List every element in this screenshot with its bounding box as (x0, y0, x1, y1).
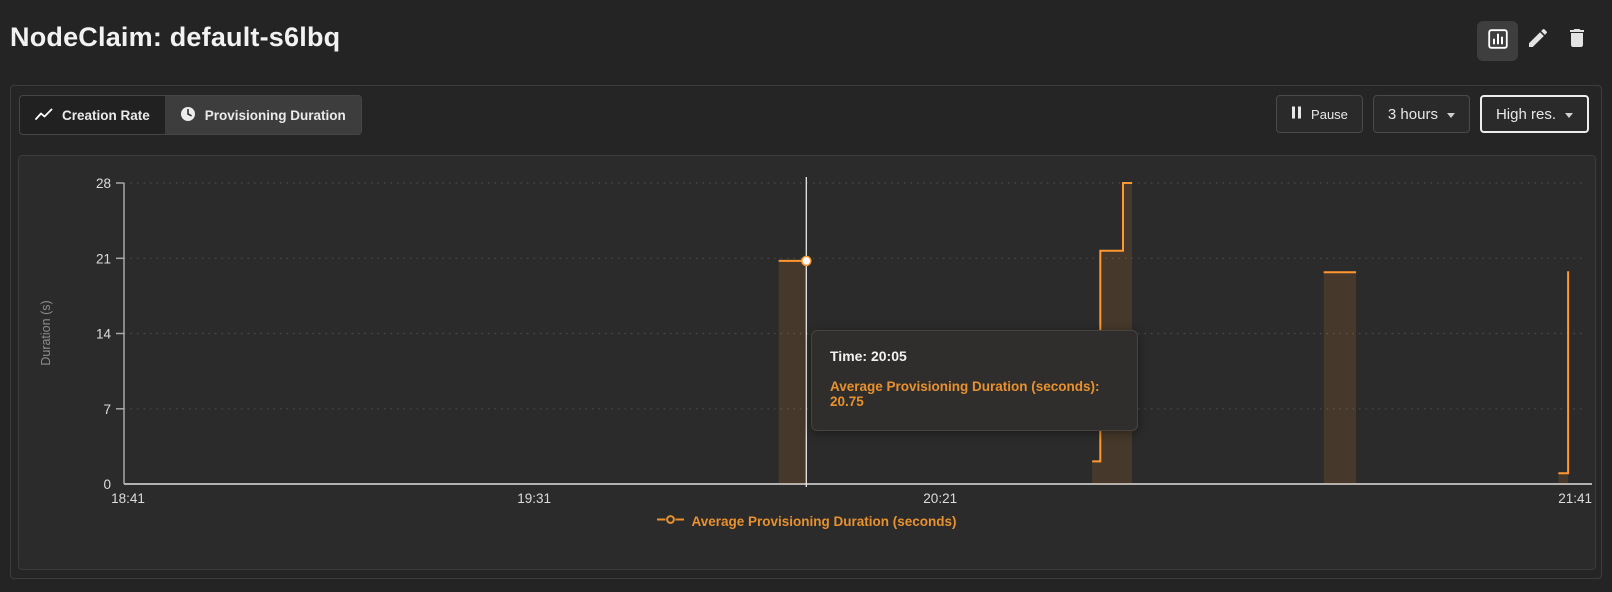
pause-icon (1291, 106, 1302, 122)
x-tick-label: 20:21 (923, 491, 957, 506)
edit-button[interactable] (1524, 26, 1552, 54)
chart-tooltip: Time: 20:05 Average Provisioning Duratio… (811, 330, 1138, 431)
series-line (1558, 271, 1568, 473)
pencil-icon (1526, 26, 1550, 55)
y-tick-label: 21 (96, 251, 111, 266)
chart-controls: Pause 3 hours High res. (1276, 95, 1589, 133)
hover-point (802, 256, 811, 265)
pause-button[interactable]: Pause (1276, 95, 1363, 133)
series-area (779, 261, 807, 484)
metrics-panel: Creation Rate Provisioning Duration (10, 85, 1602, 579)
y-tick-label: 7 (103, 402, 111, 417)
resolution-value: High res. (1496, 106, 1556, 123)
trash-icon (1565, 26, 1589, 55)
tooltip-value: Average Provisioning Duration (seconds):… (830, 379, 1119, 409)
tooltip-time: Time: 20:05 (830, 348, 1119, 364)
y-tick-label: 0 (103, 477, 111, 492)
chart-svg: 0 7 14 21 28 18:41 19:31 20:21 21:41 (19, 156, 1595, 569)
chevron-down-icon (1447, 113, 1455, 118)
tab-provisioning-duration[interactable]: Provisioning Duration (165, 96, 361, 134)
bar-chart-icon (1487, 28, 1509, 55)
y-tick-label: 14 (96, 327, 112, 342)
metric-tab-group: Creation Rate Provisioning Duration (19, 95, 362, 135)
chart-area: 0 7 14 21 28 18:41 19:31 20:21 21:41 Duration (s… (18, 155, 1596, 570)
y-tick-label: 28 (96, 176, 111, 191)
time-range-value: 3 hours (1388, 106, 1438, 123)
chart-variant-toggle-button[interactable] (1477, 21, 1518, 61)
pause-label: Pause (1311, 107, 1348, 122)
resolution-dropdown[interactable]: High res. (1480, 95, 1589, 133)
delete-button[interactable] (1563, 26, 1591, 54)
legend-item[interactable]: Average Provisioning Duration (seconds) (19, 512, 1595, 530)
y-axis-title: Duration (s) (39, 273, 53, 393)
trend-line-icon (35, 107, 53, 124)
series-area (1324, 272, 1356, 484)
legend-label: Average Provisioning Duration (seconds) (691, 514, 956, 529)
legend-marker-icon (657, 512, 684, 530)
tab-creation-rate[interactable]: Creation Rate (20, 96, 165, 134)
x-tick-label: 21:41 (1558, 491, 1592, 506)
time-range-dropdown[interactable]: 3 hours (1373, 95, 1470, 133)
chevron-down-icon (1565, 113, 1573, 118)
tab-label: Creation Rate (62, 108, 150, 123)
nodeclaim-panel: NodeClaim: default-s6lbq (0, 0, 1612, 592)
x-tick-label: 19:31 (517, 491, 551, 506)
x-tick-label: 18:41 (111, 491, 145, 506)
tab-label: Provisioning Duration (205, 108, 346, 123)
clock-icon (180, 106, 196, 125)
series-area (1558, 271, 1568, 484)
page-title: NodeClaim: default-s6lbq (10, 22, 340, 53)
